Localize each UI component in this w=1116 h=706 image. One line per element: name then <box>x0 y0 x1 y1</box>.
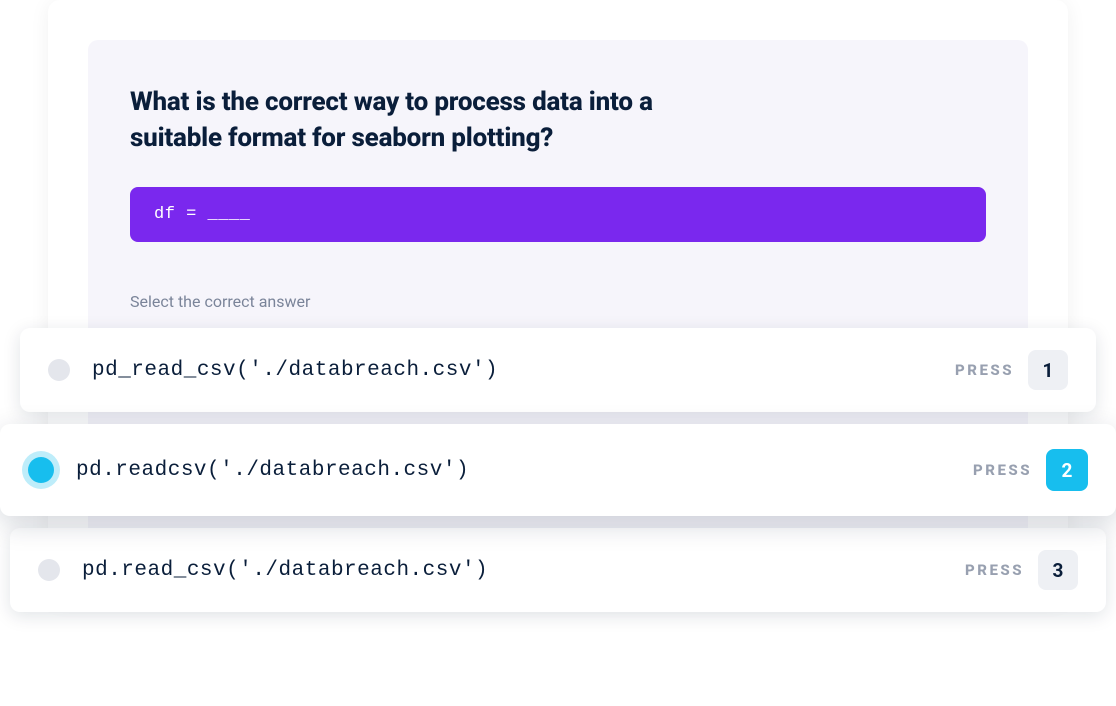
press-key-badge: 1 <box>1028 350 1068 390</box>
radio-unselected-icon <box>38 559 60 581</box>
code-prompt: df = ____ <box>130 187 986 242</box>
answer-option-2[interactable]: pd.readcsv('./databreach.csv') PRESS 2 <box>0 424 1116 516</box>
press-label: PRESS <box>955 361 1014 379</box>
instruction-text: Select the correct answer <box>130 292 986 311</box>
press-key-badge: 2 <box>1046 449 1088 491</box>
answer-option-1[interactable]: pd_read_csv('./databreach.csv') PRESS 1 <box>20 328 1096 412</box>
answer-code: pd_read_csv('./databreach.csv') <box>92 359 955 382</box>
press-key-badge: 3 <box>1038 550 1078 590</box>
answer-code: pd.read_csv('./databreach.csv') <box>82 559 965 582</box>
press-label: PRESS <box>973 461 1032 479</box>
keyboard-hint: PRESS 1 <box>955 350 1068 390</box>
radio-selected-icon <box>28 457 54 483</box>
answer-option-3[interactable]: pd.read_csv('./databreach.csv') PRESS 3 <box>10 528 1106 612</box>
answer-options: pd_read_csv('./databreach.csv') PRESS 1 … <box>0 328 1116 612</box>
keyboard-hint: PRESS 2 <box>973 449 1088 491</box>
radio-unselected-icon <box>48 359 70 381</box>
keyboard-hint: PRESS 3 <box>965 550 1078 590</box>
press-label: PRESS <box>965 561 1024 579</box>
question-title: What is the correct way to process data … <box>130 84 750 157</box>
answer-code: pd.readcsv('./databreach.csv') <box>76 459 973 482</box>
